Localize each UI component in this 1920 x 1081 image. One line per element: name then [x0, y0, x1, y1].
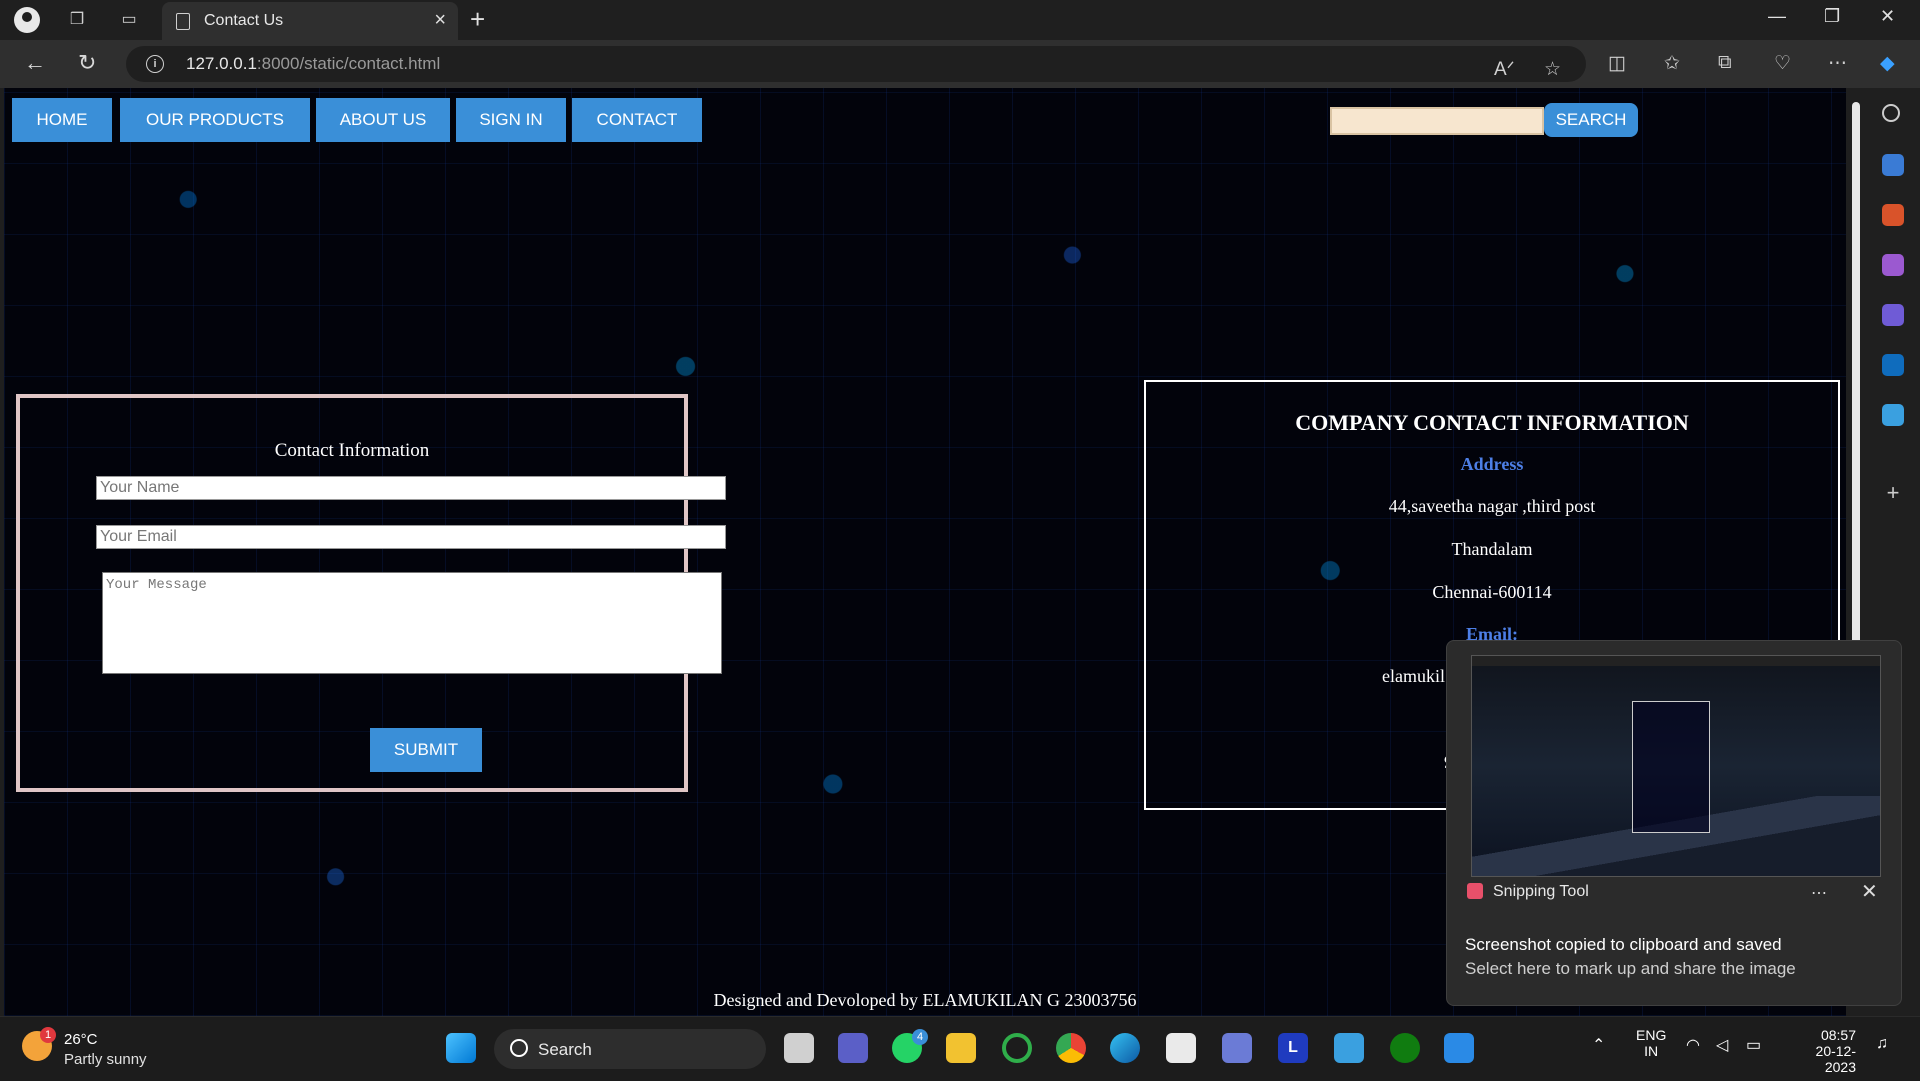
sidebar-games-icon[interactable] [1882, 254, 1904, 276]
nav-our-products[interactable]: OUR PRODUCTS [120, 98, 310, 142]
language-indicator[interactable]: ENG IN [1636, 1027, 1666, 1059]
sidebar-outlook-icon[interactable] [1882, 354, 1904, 376]
restore-icon[interactable]: ❐ [1824, 6, 1840, 27]
edge-icon[interactable] [1110, 1033, 1140, 1063]
clock-date: 20-12-2023 [1815, 1043, 1856, 1075]
address-bar[interactable]: i 127.0.0.1:8000/static/contact.html Aᐟ … [126, 46, 1586, 82]
store-icon[interactable] [1166, 1033, 1196, 1063]
search-icon [510, 1039, 528, 1057]
name-field[interactable]: Your Name [96, 476, 726, 500]
back-icon[interactable]: ← [24, 50, 46, 76]
sidebar-search-icon[interactable] [1882, 104, 1900, 122]
favorites-icon[interactable]: ✩ [1664, 52, 1680, 75]
lang-bottom: IN [1644, 1043, 1659, 1059]
email-field[interactable]: Your Email [96, 525, 726, 549]
taskbar-search-label: Search [538, 1040, 592, 1059]
xbox-icon[interactable] [1390, 1033, 1420, 1063]
chrome-icon[interactable] [1056, 1033, 1086, 1063]
weather-badge: 1 [40, 1027, 56, 1043]
more-menu-icon[interactable]: ⋯ [1828, 52, 1847, 75]
weather-temp[interactable]: 26°C [64, 1031, 98, 1048]
tab-actions-icon[interactable]: ▭ [118, 9, 140, 31]
url-text: 127.0.0.1:8000/static/contact.html [186, 54, 441, 73]
close-window-icon[interactable]: ✕ [1880, 6, 1895, 27]
address-line-1: 44,saveetha nagar ,third post [1388, 496, 1596, 516]
browser-tab-bar: ❒ ▭ Contact Us × + — ❐ ✕ [0, 0, 1920, 40]
notification-more-icon[interactable]: ⋯ [1811, 883, 1827, 903]
clock-time: 08:57 [1820, 1027, 1856, 1043]
address-line-3: Chennai-600114 [1432, 582, 1552, 602]
notification-app: Snipping Tool [1467, 883, 1589, 901]
volume-icon[interactable]: ◁ [1716, 1035, 1728, 1055]
task-view-icon[interactable] [784, 1033, 814, 1063]
new-tab-button[interactable]: + [470, 4, 485, 35]
search-button[interactable]: SEARCH [1544, 103, 1638, 137]
nav-home[interactable]: HOME [12, 98, 112, 142]
vscode-icon[interactable] [1444, 1033, 1474, 1063]
site-info-icon[interactable]: i [146, 55, 164, 73]
l-app-icon[interactable]: L [1278, 1033, 1308, 1063]
favorite-star-icon[interactable]: ☆ [1544, 58, 1561, 81]
notification-body: Select here to mark up and share the ima… [1465, 959, 1796, 978]
split-screen-icon[interactable]: ◫ [1608, 52, 1626, 75]
profile-icon[interactable] [14, 7, 40, 33]
performance-icon[interactable]: ♡ [1774, 52, 1791, 75]
screenshot-thumbnail[interactable] [1471, 655, 1881, 877]
battery-icon[interactable]: ▭ [1746, 1035, 1761, 1055]
notification-app-name: Snipping Tool [1493, 883, 1589, 900]
nav-about-us[interactable]: ABOUT US [316, 98, 450, 142]
message-textarea[interactable]: Your Message [102, 572, 722, 674]
sidebar-shopping-icon[interactable] [1882, 154, 1904, 176]
read-aloud-icon[interactable]: Aᐟ [1494, 58, 1515, 81]
whatsapp-badge: 4 [912, 1029, 928, 1045]
collections-icon[interactable]: ⧉ [1718, 52, 1732, 74]
workspaces-icon[interactable]: ❒ [66, 9, 88, 31]
taskbar-search[interactable]: Search [494, 1029, 766, 1069]
file-explorer-icon[interactable] [946, 1033, 976, 1063]
address-toolbar: ← ↻ i 127.0.0.1:8000/static/contact.html… [0, 40, 1920, 88]
submit-button[interactable]: SUBMIT [370, 728, 482, 772]
notepad-icon[interactable] [1334, 1033, 1364, 1063]
notification-title: Screenshot copied to clipboard and saved [1465, 935, 1782, 954]
nav-contact[interactable]: CONTACT [572, 98, 702, 142]
tray-chevron-icon[interactable]: ⌃ [1592, 1035, 1605, 1055]
refresh-app-icon[interactable] [1002, 1033, 1032, 1063]
minimize-icon[interactable]: — [1768, 6, 1786, 27]
start-icon[interactable] [446, 1033, 476, 1063]
thumbnail-panel [1632, 701, 1710, 833]
company-title: COMPANY CONTACT INFORMATION [1295, 410, 1689, 435]
sidebar-add-icon[interactable]: + [1882, 482, 1904, 504]
snipping-tool-icon [1467, 883, 1483, 899]
tab-title: Contact Us [204, 12, 284, 29]
thumbnail-titlebar [1472, 656, 1880, 666]
teams-icon[interactable] [838, 1033, 868, 1063]
copilot-icon[interactable]: ◆ [1880, 52, 1895, 75]
notification-bell-icon[interactable]: ♫ [1876, 1035, 1888, 1053]
wifi-icon[interactable]: ◠ [1686, 1035, 1700, 1055]
clock[interactable]: 08:57 20-12-2023 [1786, 1027, 1856, 1075]
search-input[interactable] [1330, 107, 1544, 135]
browser-tab-contact[interactable]: Contact Us × [162, 2, 458, 40]
page-icon [176, 13, 190, 30]
sidebar-tools-icon[interactable] [1882, 204, 1904, 226]
lang-top: ENG [1636, 1027, 1667, 1043]
form-title: Contact Information [274, 440, 430, 461]
sidebar-send-icon[interactable] [1882, 404, 1904, 426]
refresh-icon[interactable]: ↻ [78, 50, 96, 76]
taskbar: 1 26°C Partly sunny Search 4 L ⌃ ENG IN ◠… [0, 1016, 1920, 1081]
sidebar-copilot-icon[interactable] [1882, 304, 1904, 326]
arc-icon[interactable] [1222, 1033, 1252, 1063]
notification-close-icon[interactable]: ✕ [1861, 879, 1878, 904]
weather-desc[interactable]: Partly sunny [64, 1051, 147, 1068]
nav-sign-in[interactable]: SIGN IN [456, 98, 566, 142]
snipping-tool-notification[interactable]: Snipping Tool ⋯ ✕ Screenshot copied to c… [1446, 640, 1902, 1006]
address-heading: Address [1460, 454, 1524, 474]
close-tab-icon[interactable]: × [434, 9, 446, 32]
address-line-2: Thandalam [1451, 539, 1533, 559]
